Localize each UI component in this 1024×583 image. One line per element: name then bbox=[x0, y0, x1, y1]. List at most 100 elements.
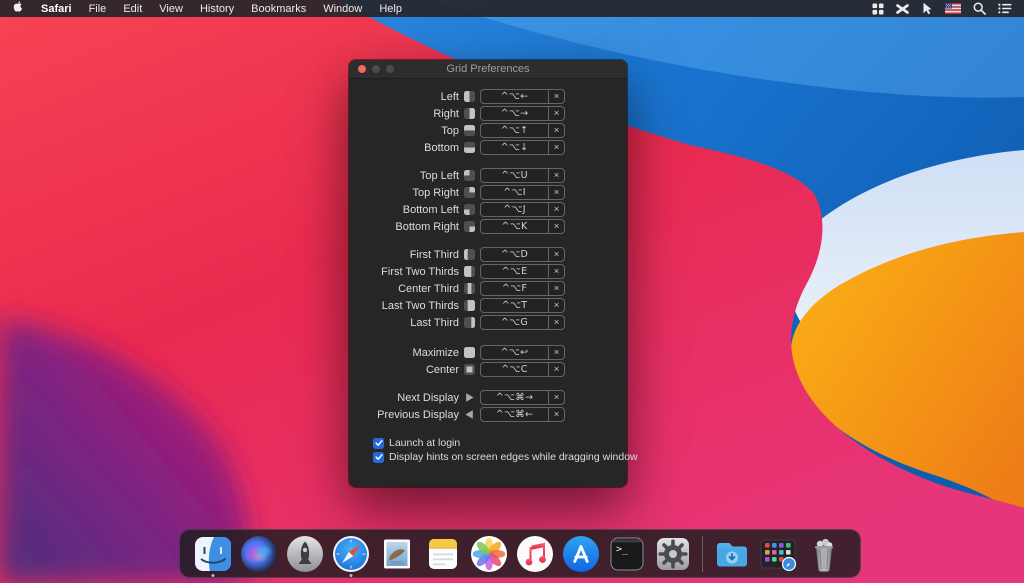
shortcut-label: Center Third bbox=[349, 283, 459, 295]
us-flag-icon[interactable] bbox=[945, 3, 961, 14]
dock-item-trash[interactable] bbox=[801, 531, 847, 577]
shortcut-value: ^⌥E bbox=[481, 265, 548, 278]
clear-shortcut-button[interactable]: × bbox=[548, 316, 564, 329]
shortcut-recorder-field[interactable]: ^⌥⌘←× bbox=[480, 407, 565, 422]
shortcut-row-top-right: Top Right^⌥I× bbox=[349, 184, 627, 201]
shortcut-label: Maximize bbox=[349, 347, 459, 359]
clear-shortcut-button[interactable]: × bbox=[548, 248, 564, 261]
clear-shortcut-button[interactable]: × bbox=[548, 299, 564, 312]
shortcut-label: First Third bbox=[349, 249, 459, 261]
clear-shortcut-button[interactable]: × bbox=[548, 203, 564, 216]
clear-shortcut-button[interactable]: × bbox=[548, 107, 564, 120]
app-menu-title[interactable]: Safari bbox=[41, 3, 72, 15]
shortcut-recorder-field[interactable]: ^⌥F× bbox=[480, 281, 565, 296]
menu-edit[interactable]: Edit bbox=[123, 3, 142, 15]
shortcut-recorder-field[interactable]: ^⌥←× bbox=[480, 89, 565, 104]
dock-item-siri[interactable] bbox=[236, 531, 282, 577]
antivirus-icon[interactable] bbox=[896, 3, 909, 15]
dock-item-finder[interactable] bbox=[190, 531, 236, 577]
launchpad-icon bbox=[285, 534, 325, 574]
shortcut-label: Bottom Right bbox=[349, 221, 459, 233]
dock-item-photos[interactable] bbox=[466, 531, 512, 577]
close-button[interactable] bbox=[358, 65, 366, 73]
menu-bookmarks[interactable]: Bookmarks bbox=[251, 3, 306, 15]
grid-icon[interactable] bbox=[872, 3, 884, 15]
top-right-region-icon bbox=[464, 187, 475, 198]
trash-icon bbox=[804, 534, 844, 574]
shortcut-recorder-field[interactable]: ^⌥↑× bbox=[480, 123, 565, 138]
siri-icon bbox=[239, 534, 279, 574]
shortcut-recorder-field[interactable]: ^⌥→× bbox=[480, 106, 565, 121]
clear-shortcut-button[interactable]: × bbox=[548, 220, 564, 233]
shortcut-group: Next Display^⌥⌘→×Previous Display^⌥⌘←× bbox=[349, 389, 627, 423]
shortcut-recorder-field[interactable]: ^⌥K× bbox=[480, 219, 565, 234]
shortcut-recorder-field[interactable]: ^⌥G× bbox=[480, 315, 565, 330]
menu-help[interactable]: Help bbox=[379, 3, 402, 15]
shortcut-recorder-field[interactable]: ^⌥⌘→× bbox=[480, 390, 565, 405]
shortcut-value: ^⌥⌘→ bbox=[481, 391, 548, 404]
pointer-icon[interactable] bbox=[921, 2, 933, 15]
clear-shortcut-button[interactable]: × bbox=[548, 265, 564, 278]
maximize-region-icon bbox=[464, 347, 475, 358]
shortcut-label: Last Third bbox=[349, 317, 459, 329]
dock-item-mail[interactable] bbox=[374, 531, 420, 577]
shortcut-recorder-field[interactable]: ^⌥↩× bbox=[480, 345, 565, 360]
shortcut-recorder-field[interactable]: ^⌥J× bbox=[480, 202, 565, 217]
clear-shortcut-button[interactable]: × bbox=[548, 141, 564, 154]
menu-file[interactable]: File bbox=[89, 3, 107, 15]
shortcut-row-last-two-thirds: Last Two Thirds ^⌥T× bbox=[349, 297, 627, 314]
shortcut-label: Right bbox=[349, 108, 459, 120]
checkbox-checked[interactable] bbox=[373, 438, 384, 449]
checkbox-row: Display hints on screen edges while drag… bbox=[373, 450, 627, 464]
clear-shortcut-button[interactable]: × bbox=[548, 186, 564, 199]
svg-text:>_: >_ bbox=[616, 544, 629, 555]
clear-shortcut-button[interactable]: × bbox=[548, 90, 564, 103]
clear-shortcut-button[interactable]: × bbox=[548, 363, 564, 376]
shortcut-recorder-field[interactable]: ^⌥↓× bbox=[480, 140, 565, 155]
shortcut-row-right: Right ^⌥→× bbox=[349, 105, 627, 122]
dock-item-safari[interactable] bbox=[328, 531, 374, 577]
dock-item-music[interactable] bbox=[512, 531, 558, 577]
apple-menu[interactable] bbox=[12, 0, 24, 18]
shortcut-recorder-field[interactable]: ^⌥T× bbox=[480, 298, 565, 313]
shortcut-recorder-field[interactable]: ^⌥E× bbox=[480, 264, 565, 279]
dock-item-notes[interactable] bbox=[420, 531, 466, 577]
notification-list-icon[interactable] bbox=[998, 3, 1012, 14]
clear-shortcut-button[interactable]: × bbox=[548, 282, 564, 295]
minimize-button[interactable] bbox=[372, 65, 380, 73]
clear-shortcut-button[interactable]: × bbox=[548, 408, 564, 421]
dock-item-app-store[interactable] bbox=[558, 531, 604, 577]
shortcut-group: Left^⌥←×Right^⌥→×Top^⌥↑×Bottom^⌥↓× bbox=[349, 88, 627, 156]
shortcut-label: Left bbox=[349, 91, 459, 103]
shortcut-row-maximize: Maximize ^⌥↩× bbox=[349, 344, 627, 361]
dock-item-system-preferences[interactable] bbox=[650, 531, 696, 577]
checkbox-checked[interactable] bbox=[373, 452, 384, 463]
dock-item-minimized-safari-window[interactable] bbox=[755, 531, 801, 577]
shortcut-label: Top Left bbox=[349, 170, 459, 182]
clear-shortcut-button[interactable]: × bbox=[548, 124, 564, 137]
shortcut-value: ^⌥↓ bbox=[481, 141, 548, 154]
dock-item-launchpad[interactable] bbox=[282, 531, 328, 577]
safari-icon bbox=[331, 534, 371, 574]
shortcut-recorder-field[interactable]: ^⌥U× bbox=[480, 168, 565, 183]
clear-shortcut-button[interactable]: × bbox=[548, 391, 564, 404]
menu-view[interactable]: View bbox=[159, 3, 183, 15]
menu-window[interactable]: Window bbox=[323, 3, 362, 15]
dock-item-terminal[interactable]: >_ bbox=[604, 531, 650, 577]
shortcut-recorder-field[interactable]: ^⌥I× bbox=[480, 185, 565, 200]
shortcut-label: Last Two Thirds bbox=[349, 300, 459, 312]
clear-shortcut-button[interactable]: × bbox=[548, 169, 564, 182]
window-titlebar[interactable]: Grid Preferences bbox=[349, 60, 627, 79]
spotlight-search-icon[interactable] bbox=[973, 2, 986, 15]
shortcut-row-previous-display: Previous Display^⌥⌘←× bbox=[349, 406, 627, 423]
zoom-button[interactable] bbox=[386, 65, 394, 73]
menu-history[interactable]: History bbox=[200, 3, 234, 15]
shortcut-recorder-field[interactable]: ^⌥C× bbox=[480, 362, 565, 377]
shortcut-recorder-field[interactable]: ^⌥D× bbox=[480, 247, 565, 262]
shortcut-row-top-left: Top Left ^⌥U× bbox=[349, 167, 627, 184]
shortcut-group: First Third^⌥D×First Two Thirds^⌥E×Cente… bbox=[349, 246, 627, 331]
clear-shortcut-button[interactable]: × bbox=[548, 346, 564, 359]
dock-item-downloads-folder[interactable] bbox=[709, 531, 755, 577]
shortcut-value: ^⌥F bbox=[481, 282, 548, 295]
menu-bar: Safari File Edit View History Bookmarks Windo… bbox=[0, 0, 1024, 17]
